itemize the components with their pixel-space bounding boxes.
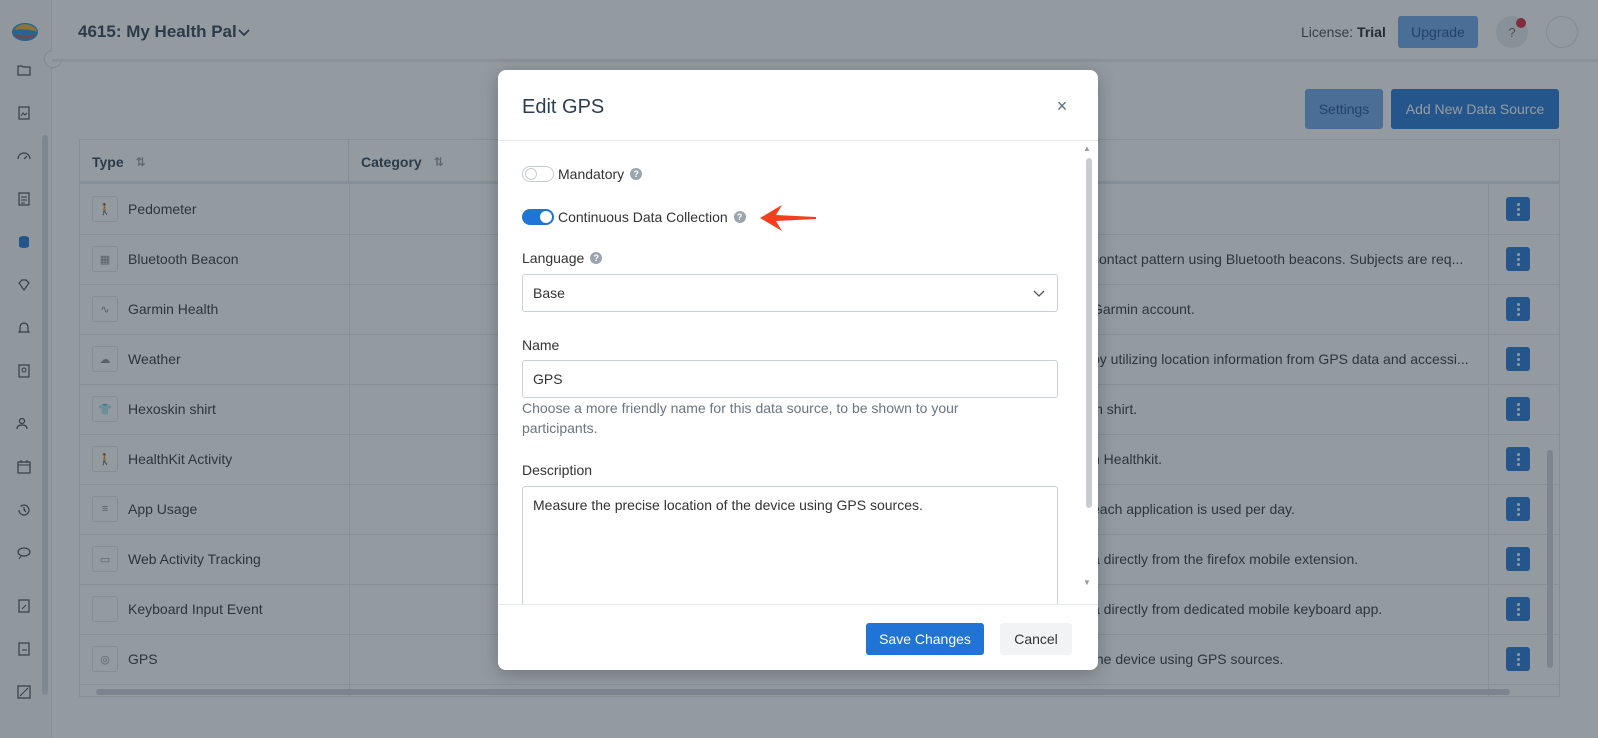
help-circle-icon[interactable]: ? (733, 211, 746, 223)
help-circle-icon[interactable]: ? (590, 252, 603, 264)
annotation-arrow-icon (760, 205, 816, 231)
description-textarea[interactable] (522, 486, 1058, 604)
help-circle-icon[interactable]: ? (630, 168, 643, 180)
language-field-label: Language ? (522, 250, 603, 266)
scroll-down-arrow[interactable]: ▼ (1083, 578, 1091, 587)
name-field-label: Name (522, 337, 560, 353)
language-select[interactable]: Base (522, 274, 1058, 312)
continuous-collection-setting: Continuous Data Collection ? (522, 207, 746, 227)
chevron-down-icon (1033, 290, 1045, 297)
close-icon[interactable]: × (1054, 97, 1070, 115)
name-help-text: Choose a more friendly name for this dat… (522, 400, 959, 436)
mandatory-label: Mandatory (558, 166, 625, 182)
edit-data-source-modal: Edit GPS × Mandatory ? Continuous Data C… (498, 70, 1098, 670)
continuous-collection-toggle[interactable] (522, 209, 554, 225)
language-selected-value: Base (533, 285, 565, 301)
language-label: Language (522, 250, 585, 266)
scroll-up-arrow[interactable]: ▲ (1083, 144, 1091, 153)
modal-footer: Save Changes Cancel (498, 604, 1098, 670)
continuous-collection-label: Continuous Data Collection (558, 209, 728, 225)
modal-header: Edit GPS × (498, 70, 1098, 141)
description-field-label: Description (522, 462, 593, 478)
modal-scrollbar[interactable] (1086, 158, 1092, 508)
cancel-button[interactable]: Cancel (1000, 623, 1072, 655)
mandatory-setting: Mandatory ? (522, 164, 643, 184)
save-changes-button[interactable]: Save Changes (866, 623, 984, 655)
name-input[interactable] (522, 360, 1058, 398)
modal-title: Edit GPS (522, 96, 605, 118)
mandatory-toggle[interactable] (522, 166, 554, 182)
